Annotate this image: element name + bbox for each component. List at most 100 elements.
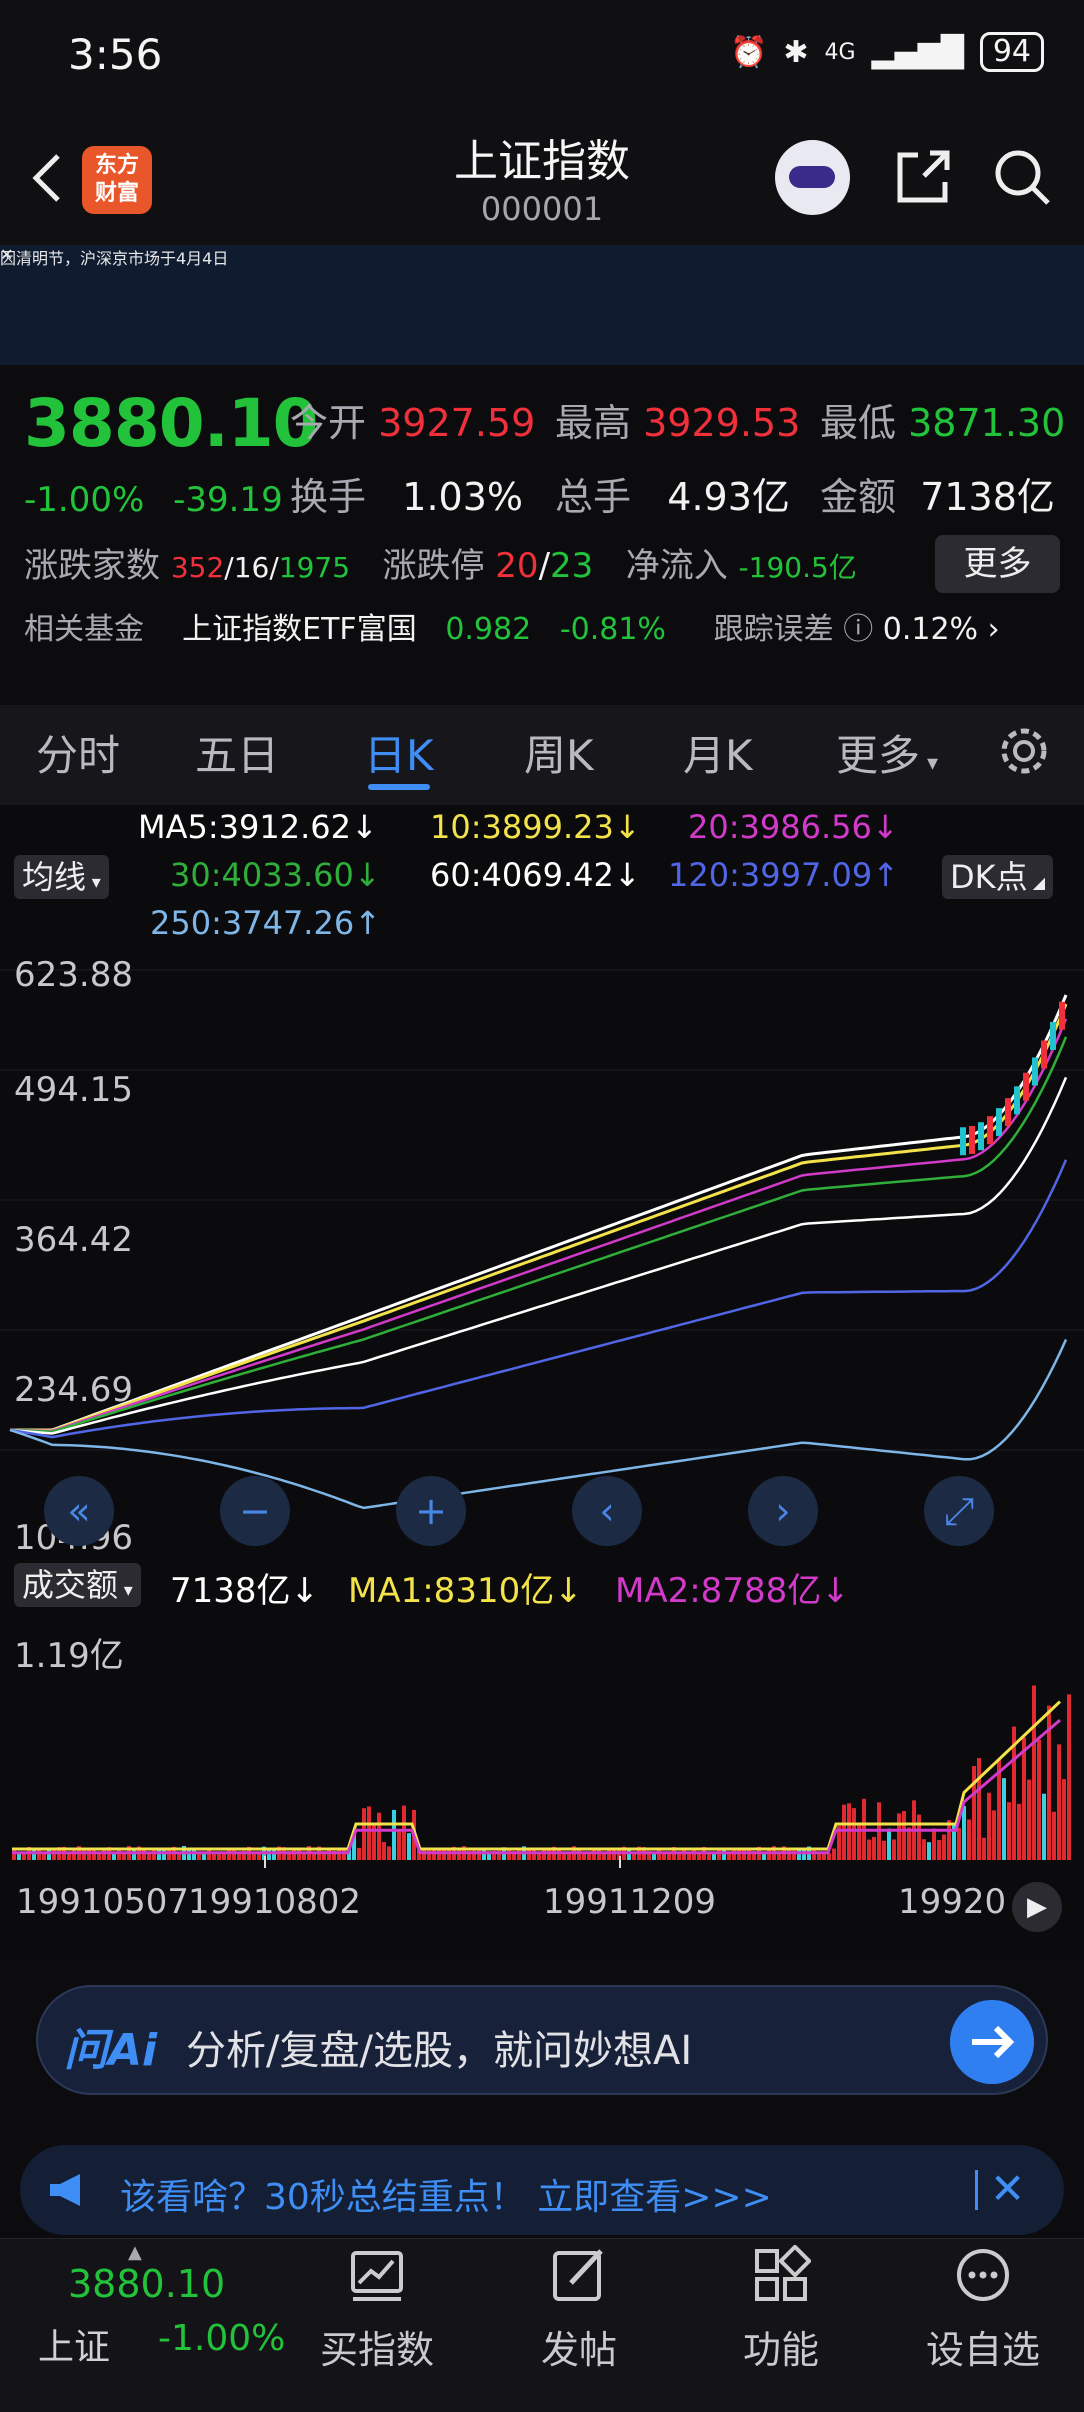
expand-icon[interactable]: ▲ (128, 2242, 142, 2263)
volume-bar (942, 1835, 946, 1860)
add-watchlist-button[interactable]: 设自选 (908, 2245, 1058, 2374)
close-promo-icon[interactable]: ✕ (990, 2164, 1025, 2213)
volume-bar (272, 1849, 276, 1860)
low-value: 3871.30 (908, 401, 1065, 445)
tab-daily-k[interactable]: 日K (364, 722, 434, 783)
volume-bar (432, 1849, 436, 1860)
volume-bar (92, 1849, 96, 1860)
volume-bar (1062, 1779, 1066, 1860)
tab-monthly-k[interactable]: 月K (683, 722, 753, 783)
ai-prompt-text[interactable]: 分析/复盘/选股，就问妙想AI (186, 2018, 692, 2076)
tab-five-day[interactable]: 五日 (195, 722, 279, 783)
volume-bar (407, 1833, 411, 1860)
tab-more[interactable]: 更多 ▾ (836, 722, 938, 783)
volume-bar (1002, 1778, 1006, 1860)
post-button[interactable]: 发帖 (504, 2245, 654, 2374)
date-label: 19910802 (188, 1882, 361, 1922)
volume-bar (917, 1815, 921, 1860)
notice-text[interactable]: 因清明节，沪深京市场于4月4日 (0, 245, 1084, 269)
date-label: 19911209 (543, 1882, 716, 1922)
volume-bar (632, 1854, 636, 1860)
arrow-right-icon[interactable] (950, 2000, 1034, 2084)
status-time: 3:56 (68, 30, 162, 79)
volume-bar (32, 1849, 36, 1860)
promo-divider (975, 2170, 978, 2210)
volume-bar (1057, 1744, 1061, 1860)
candle (1041, 1041, 1047, 1069)
close-notice-icon[interactable]: ✕ (0, 245, 13, 264)
scroll-right-icon[interactable]: › (748, 1476, 818, 1546)
volume-bar (832, 1849, 836, 1860)
search-icon[interactable] (990, 145, 1055, 210)
volume-bar (872, 1837, 876, 1860)
market-breadth-row: 涨跌家数 352/16/1975 涨跌停 20/23 净流入 -190.5亿 (24, 538, 857, 587)
play-icon[interactable]: ▶ (1012, 1882, 1062, 1932)
amount-row: 金额 7138亿 (820, 466, 1055, 521)
y-axis-label: 623.88 (14, 955, 133, 995)
volume-bar (927, 1842, 931, 1860)
volume-ma1: MA1:8310亿↓ (348, 1563, 583, 1612)
candle (978, 1122, 984, 1150)
zoom-in-icon[interactable]: + (396, 1476, 466, 1546)
volume-value: 7138亿↓ (170, 1563, 319, 1612)
ma60-label: 60:4069.42↓ (430, 856, 641, 894)
tab-intraday[interactable]: 分时 (36, 722, 120, 783)
volume-bar (337, 1849, 341, 1860)
buy-index-button[interactable]: 买指数 (302, 2245, 452, 2374)
grid-icon (751, 2245, 811, 2305)
candle (996, 1108, 1002, 1136)
dk-point-button[interactable]: DK点 ◢ (942, 855, 1053, 899)
fullscreen-icon[interactable]: ⤢ (924, 1476, 994, 1546)
signal-label: 4G (824, 40, 855, 65)
volume-bar (907, 1827, 911, 1860)
tab-weekly-k[interactable]: 周K (524, 722, 594, 783)
ma-line-250 (10, 1340, 1066, 1508)
volume-bar (967, 1820, 971, 1860)
volume-bar (422, 1849, 426, 1860)
more-button[interactable]: 更多 (935, 535, 1060, 593)
volume-bar (402, 1806, 406, 1860)
zoom-out-icon[interactable]: − (220, 1476, 290, 1546)
volume-bar (102, 1849, 106, 1860)
volume-bar (767, 1850, 771, 1860)
ma10-label: 10:3899.23↓ (430, 808, 641, 846)
related-fund-row[interactable]: 相关基金 上证指数ETF富国 0.982 -0.81% 跟踪误差 ⓘ 0.12%… (24, 604, 1000, 648)
volume-bar (392, 1810, 396, 1860)
signal-icon: ▂▄▆█ (872, 35, 964, 70)
volume-bar (1042, 1794, 1046, 1860)
volume-bar (252, 1853, 256, 1860)
share-icon[interactable] (890, 145, 955, 210)
turnover-row: 换手 1.03% (290, 466, 523, 521)
volume-selector[interactable]: 成交额 ▾ (14, 1563, 141, 1607)
high-row: 最高 3929.53 (555, 392, 800, 447)
gear-icon[interactable] (995, 722, 1053, 780)
ma-line-60 (10, 1077, 1066, 1433)
scroll-left-fast-icon[interactable]: « (44, 1476, 114, 1546)
low-row: 最低 3871.30 (820, 392, 1065, 447)
volume-bar (22, 1854, 26, 1860)
volume-bar (732, 1849, 736, 1860)
candle (987, 1116, 993, 1144)
kline-chart[interactable] (0, 950, 1084, 1560)
ma-selector[interactable]: 均线 ▾ (14, 855, 109, 899)
bluetooth-icon: ✱ (783, 35, 808, 70)
volume-bar (977, 1758, 981, 1860)
volume-bar (1022, 1737, 1026, 1860)
more-dots-icon (953, 2245, 1013, 2305)
scroll-left-icon[interactable]: ‹ (572, 1476, 642, 1546)
volume-ma2: MA2:8788亿↓ (615, 1563, 850, 1612)
volume-bar (857, 1823, 861, 1860)
ai-robot-icon[interactable] (775, 140, 850, 215)
date-label: 19910507 (16, 1882, 189, 1922)
volume-bar (597, 1849, 601, 1860)
volume-bar (987, 1793, 991, 1860)
volume-bar (1037, 1740, 1041, 1860)
current-price: 3880.10 (24, 385, 318, 462)
status-icons: ⏰ ✱ 4G ▂▄▆█ 94 (730, 32, 1044, 72)
volume-bar (382, 1842, 386, 1860)
volume-bar (957, 1828, 961, 1860)
candle (969, 1126, 975, 1154)
functions-button[interactable]: 功能 (706, 2245, 856, 2374)
promo-text[interactable]: 该看啥？30秒总结重点！ 立即查看>>> (120, 2168, 772, 2220)
volume-chart[interactable] (0, 1610, 1084, 1875)
